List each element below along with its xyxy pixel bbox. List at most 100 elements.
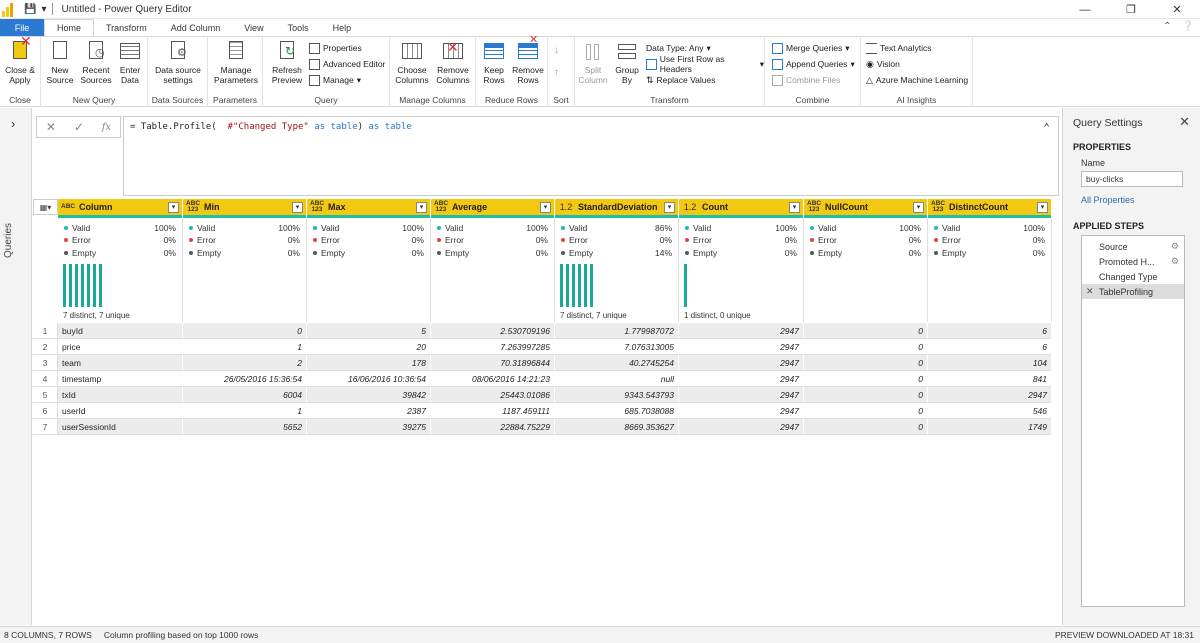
table-cell[interactable]: 546 (928, 403, 1052, 419)
table-cell[interactable]: 0 (183, 323, 307, 339)
column-header-3[interactable]: ABC 123Average▾ (431, 199, 555, 215)
table-cell[interactable]: 2 (183, 355, 307, 371)
table-cell[interactable]: 20 (307, 339, 431, 355)
step-table-profiling[interactable]: ✕TableProfiling (1082, 284, 1184, 299)
function-icon[interactable]: fx (102, 122, 111, 133)
distribution-bar[interactable] (87, 264, 90, 307)
table-cell[interactable]: 2947 (679, 355, 804, 371)
tab-view[interactable]: View (232, 19, 275, 36)
column-filter-icon[interactable]: ▾ (540, 202, 551, 213)
data-source-settings-button[interactable]: ⚙ Data source settings (152, 40, 204, 85)
table-cell[interactable]: price (58, 339, 183, 355)
gear-icon[interactable]: ⚙ (1171, 256, 1179, 267)
tab-help[interactable]: Help (321, 19, 364, 36)
column-type-icon[interactable]: 1.2 (682, 204, 698, 210)
table-cell[interactable]: 7.263997285 (431, 339, 555, 355)
table-cell[interactable]: 08/06/2016 14:21:23 (431, 371, 555, 387)
table-cell[interactable]: 685.7038088 (555, 403, 679, 419)
keep-rows-button[interactable]: Keep Rows (479, 40, 509, 85)
table-cell[interactable]: 16/06/2016 10:36:54 (307, 371, 431, 387)
table-cell[interactable]: 26/05/2016 15:36:54 (183, 371, 307, 387)
close-icon[interactable]: ✕ (1179, 114, 1190, 130)
distribution-bar[interactable] (69, 264, 72, 307)
table-cell[interactable]: 22884.75229 (431, 419, 555, 435)
combine-files-button[interactable]: Combine Files (772, 73, 840, 87)
column-type-icon[interactable]: ABC 123 (807, 201, 821, 213)
tab-add-column[interactable]: Add Column (159, 19, 233, 36)
text-analytics-button[interactable]: Text Analytics (866, 41, 932, 55)
table-cell[interactable]: 1 (183, 403, 307, 419)
distribution-bar[interactable] (81, 264, 84, 307)
expand-queries-icon[interactable]: › (11, 116, 15, 131)
table-cell[interactable]: 2947 (928, 387, 1052, 403)
column-filter-icon[interactable]: ▾ (664, 202, 675, 213)
all-properties-link[interactable]: All Properties (1081, 195, 1135, 205)
table-cell[interactable]: team (58, 355, 183, 371)
table-row[interactable]: 1buyId052.5307091961.779987072294706 (33, 323, 1052, 339)
vision-button[interactable]: ◉Vision (866, 57, 900, 71)
help-icon[interactable]: ❔ (1182, 21, 1194, 32)
distribution-bar[interactable] (63, 264, 66, 307)
column-header-0[interactable]: ABCColumn▾ (58, 199, 183, 215)
column-type-icon[interactable]: ABC 123 (310, 201, 324, 213)
column-type-icon[interactable]: ABC 123 (434, 201, 448, 213)
remove-rows-button[interactable]: ✕ Remove Rows (511, 40, 545, 85)
manage-button[interactable]: Manage▾ (309, 73, 361, 87)
query-name-input[interactable]: buy-clicks (1081, 171, 1183, 187)
table-cell[interactable]: 1.779987072 (555, 323, 679, 339)
column-filter-icon[interactable]: ▾ (292, 202, 303, 213)
table-cell[interactable]: 0 (804, 339, 928, 355)
column-filter-icon[interactable]: ▾ (913, 202, 924, 213)
table-cell[interactable]: 6 (928, 339, 1052, 355)
column-header-7[interactable]: ABC 123DistinctCount▾ (928, 199, 1052, 215)
table-cell[interactable]: buyId (58, 323, 183, 339)
table-cell[interactable]: 0 (804, 355, 928, 371)
column-type-icon[interactable]: ABC 123 (186, 201, 200, 213)
table-row[interactable]: 2price1207.2639972857.076313005294706 (33, 339, 1052, 355)
column-type-icon[interactable]: 1.2 (558, 204, 574, 210)
distribution-bar[interactable] (590, 264, 593, 307)
distribution-chart[interactable] (63, 264, 102, 307)
table-row[interactable]: 7userSessionId56523927522884.752298669.3… (33, 419, 1052, 435)
table-cell[interactable]: 0 (804, 403, 928, 419)
choose-columns-button[interactable]: Choose Columns (393, 40, 431, 85)
table-cell[interactable]: 7.076313005 (555, 339, 679, 355)
advanced-editor-button[interactable]: Advanced Editor (309, 57, 385, 71)
table-cell[interactable]: 0 (804, 419, 928, 435)
step-promoted-headers[interactable]: Promoted H...⚙ (1082, 254, 1184, 269)
table-cell[interactable]: 1187.459111 (431, 403, 555, 419)
save-icon[interactable]: 💾 (24, 4, 36, 15)
table-cell[interactable]: 2947 (679, 339, 804, 355)
table-cell[interactable]: 0 (804, 371, 928, 387)
table-cell[interactable]: 2387 (307, 403, 431, 419)
table-cell[interactable]: 25443.01086 (431, 387, 555, 403)
cancel-formula-icon[interactable]: ✕ (46, 120, 56, 134)
table-cell[interactable]: 1 (183, 339, 307, 355)
restore-icon[interactable]: ❐ (1108, 0, 1154, 19)
column-header-5[interactable]: 1.2Count▾ (679, 199, 804, 215)
table-cell[interactable]: userSessionId (58, 419, 183, 435)
distribution-bar[interactable] (75, 264, 78, 307)
column-filter-icon[interactable]: ▾ (1037, 202, 1048, 213)
recent-sources-button[interactable]: ◷ Recent Sources (79, 40, 113, 85)
sort-ascending-icon[interactable]: ↓ (554, 43, 559, 57)
table-cell[interactable]: txId (58, 387, 183, 403)
manage-parameters-button[interactable]: Manage Parameters (211, 40, 261, 85)
table-cell[interactable]: 2947 (679, 323, 804, 339)
properties-button[interactable]: Properties (309, 41, 362, 55)
table-cell[interactable]: 178 (307, 355, 431, 371)
column-header-6[interactable]: ABC 123NullCount▾ (804, 199, 928, 215)
table-cell[interactable]: 40.2745254 (555, 355, 679, 371)
column-filter-icon[interactable]: ▾ (789, 202, 800, 213)
gear-icon[interactable]: ⚙ (1171, 241, 1179, 252)
table-cell[interactable]: 2947 (679, 371, 804, 387)
table-cell[interactable]: 2.530709196 (431, 323, 555, 339)
table-cell[interactable]: timestamp (58, 371, 183, 387)
distribution-bar[interactable] (684, 264, 687, 307)
table-row[interactable]: 5txId60043984225443.010869343.5437932947… (33, 387, 1052, 403)
append-queries-button[interactable]: Append Queries▾ (772, 57, 855, 71)
queries-pane-label[interactable]: Queries (3, 223, 14, 258)
step-source[interactable]: Source⚙ (1082, 239, 1184, 254)
table-cell[interactable]: userId (58, 403, 183, 419)
table-cell[interactable]: 6 (928, 323, 1052, 339)
